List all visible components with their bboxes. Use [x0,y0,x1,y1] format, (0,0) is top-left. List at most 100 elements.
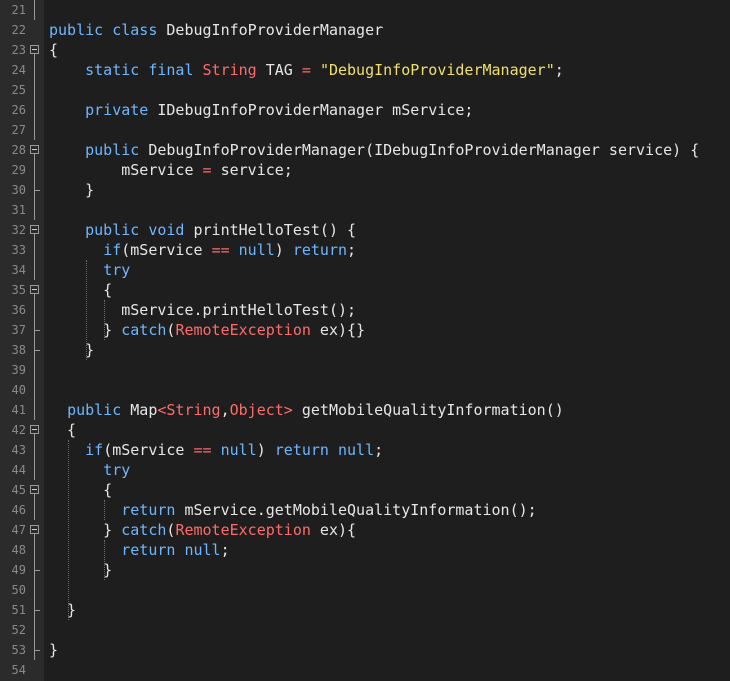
code-line[interactable]: 50 [0,580,730,600]
code-token: catch [121,321,167,339]
code-token: return [121,541,176,559]
code-token: TAG [256,61,302,79]
code-token: public [67,401,122,419]
line-number: 29 [11,163,26,177]
fold-collapse-icon[interactable] [30,45,39,54]
fold-guide-line [34,651,35,660]
fold-collapse-icon[interactable] [30,485,39,494]
fold-guide-line [34,580,35,600]
code-line[interactable]: 45 { [0,480,730,500]
code-token: getMobileQualityInformation() [292,401,564,419]
code-token: "DebugInfoProviderManager" [319,61,555,79]
fold-collapse-icon[interactable] [30,225,39,234]
code-text: } catch(RemoteException ex){ [49,520,356,540]
code-text: { [49,40,58,60]
line-number: 52 [11,623,26,637]
code-editor[interactable]: 21 22 public class DebugInfoProviderManage… [0,0,730,681]
code-token: } [49,561,113,579]
code-token: return [274,441,329,459]
code-line[interactable]: 23 { [0,40,730,60]
fold-guide-line [34,200,35,220]
code-token: { [49,421,77,439]
code-line[interactable]: 28 public DebugInfoProviderManager(IDebu… [0,140,730,160]
code-text: } [49,560,112,580]
fold-end-marker [34,340,40,351]
fold-guide-line [34,120,35,140]
code-token: public [85,141,140,159]
code-line[interactable]: 30 } [0,180,730,200]
code-line[interactable]: 52 [0,620,730,640]
indent-guide [68,440,69,620]
code-text: public DebugInfoProviderManager(IDebugIn… [49,140,699,160]
code-line[interactable]: 51 } [0,600,730,620]
code-line[interactable]: 32 public void printHelloTest() { [0,220,730,240]
code-line[interactable]: 41 public Map<String,Object> getMobileQu… [0,400,730,420]
code-token: final [148,61,194,79]
code-token: DebugInfoProviderManager(IDebugInfoProvi… [139,141,700,159]
code-line[interactable]: 47 } catch(RemoteException ex){ [0,520,730,540]
fold-collapse-icon[interactable] [30,425,39,434]
code-line[interactable]: 31 [0,200,730,220]
fold-end-marker [34,180,40,191]
code-line[interactable]: 40 [0,380,730,400]
line-number: 30 [11,183,26,197]
code-line[interactable]: 44 try [0,460,730,480]
code-line[interactable]: 25 [0,80,730,100]
code-line[interactable]: 36 mService.printHelloTest(); [0,300,730,320]
line-number: 36 [11,303,26,317]
code-line[interactable]: 46 return mService.getMobileQualityInfor… [0,500,730,520]
fold-guide-line [34,80,35,100]
code-line[interactable]: 49 } [0,560,730,580]
code-line[interactable]: 42 { [0,420,730,440]
code-line[interactable]: 48 return null; [0,540,730,560]
code-line[interactable]: 54 [0,660,730,680]
line-number: 44 [11,463,26,477]
code-line[interactable]: 39 [0,360,730,380]
code-line[interactable]: 24 static final String TAG = "DebugInfoP… [0,60,730,80]
code-text: } [49,340,94,360]
code-line[interactable]: 22 public class DebugInfoProviderManager [0,20,730,40]
code-text: try [49,260,130,280]
line-number: 28 [11,143,26,157]
fold-collapse-icon[interactable] [30,285,39,294]
code-line[interactable]: 35 { [0,280,730,300]
code-token: void [148,221,185,239]
fold-guide-line [34,331,35,340]
code-line[interactable]: 26 private IDebugInfoProviderManager mSe… [0,100,730,120]
code-text: } [49,640,58,660]
code-text: { [49,280,112,300]
indent-guide [104,540,105,580]
code-token: ; [347,241,357,259]
code-line[interactable]: 29 mService = service; [0,160,730,180]
code-line[interactable]: 21 [0,0,730,20]
fold-collapse-icon[interactable] [30,525,39,534]
code-token: == [211,241,230,259]
code-token: public [49,21,104,39]
code-line[interactable]: 53} [0,640,730,660]
code-token: { [49,41,59,59]
code-token: service; [211,161,293,179]
code-line[interactable]: 37 } catch(RemoteException ex){} [0,320,730,340]
code-line[interactable]: 43 if(mService == null) return null; [0,440,730,460]
code-token: RemoteException [175,521,311,539]
code-line[interactable]: 34 try [0,260,730,280]
code-token: if [85,441,104,459]
fold-collapse-icon[interactable] [30,145,39,154]
line-number: 25 [11,83,26,97]
code-token: if [103,241,122,259]
line-number: 23 [11,43,26,57]
code-line[interactable]: 27 [0,120,730,140]
code-line[interactable]: 38 } [0,340,730,360]
code-text: } [49,600,76,620]
code-text: { [49,480,112,500]
fold-guide-line [34,611,35,620]
code-text: { [49,420,76,440]
code-line[interactable]: 33 if(mService == null) return; [0,240,730,260]
code-text: public void printHelloTest() { [49,220,356,240]
line-number: 21 [11,3,26,17]
